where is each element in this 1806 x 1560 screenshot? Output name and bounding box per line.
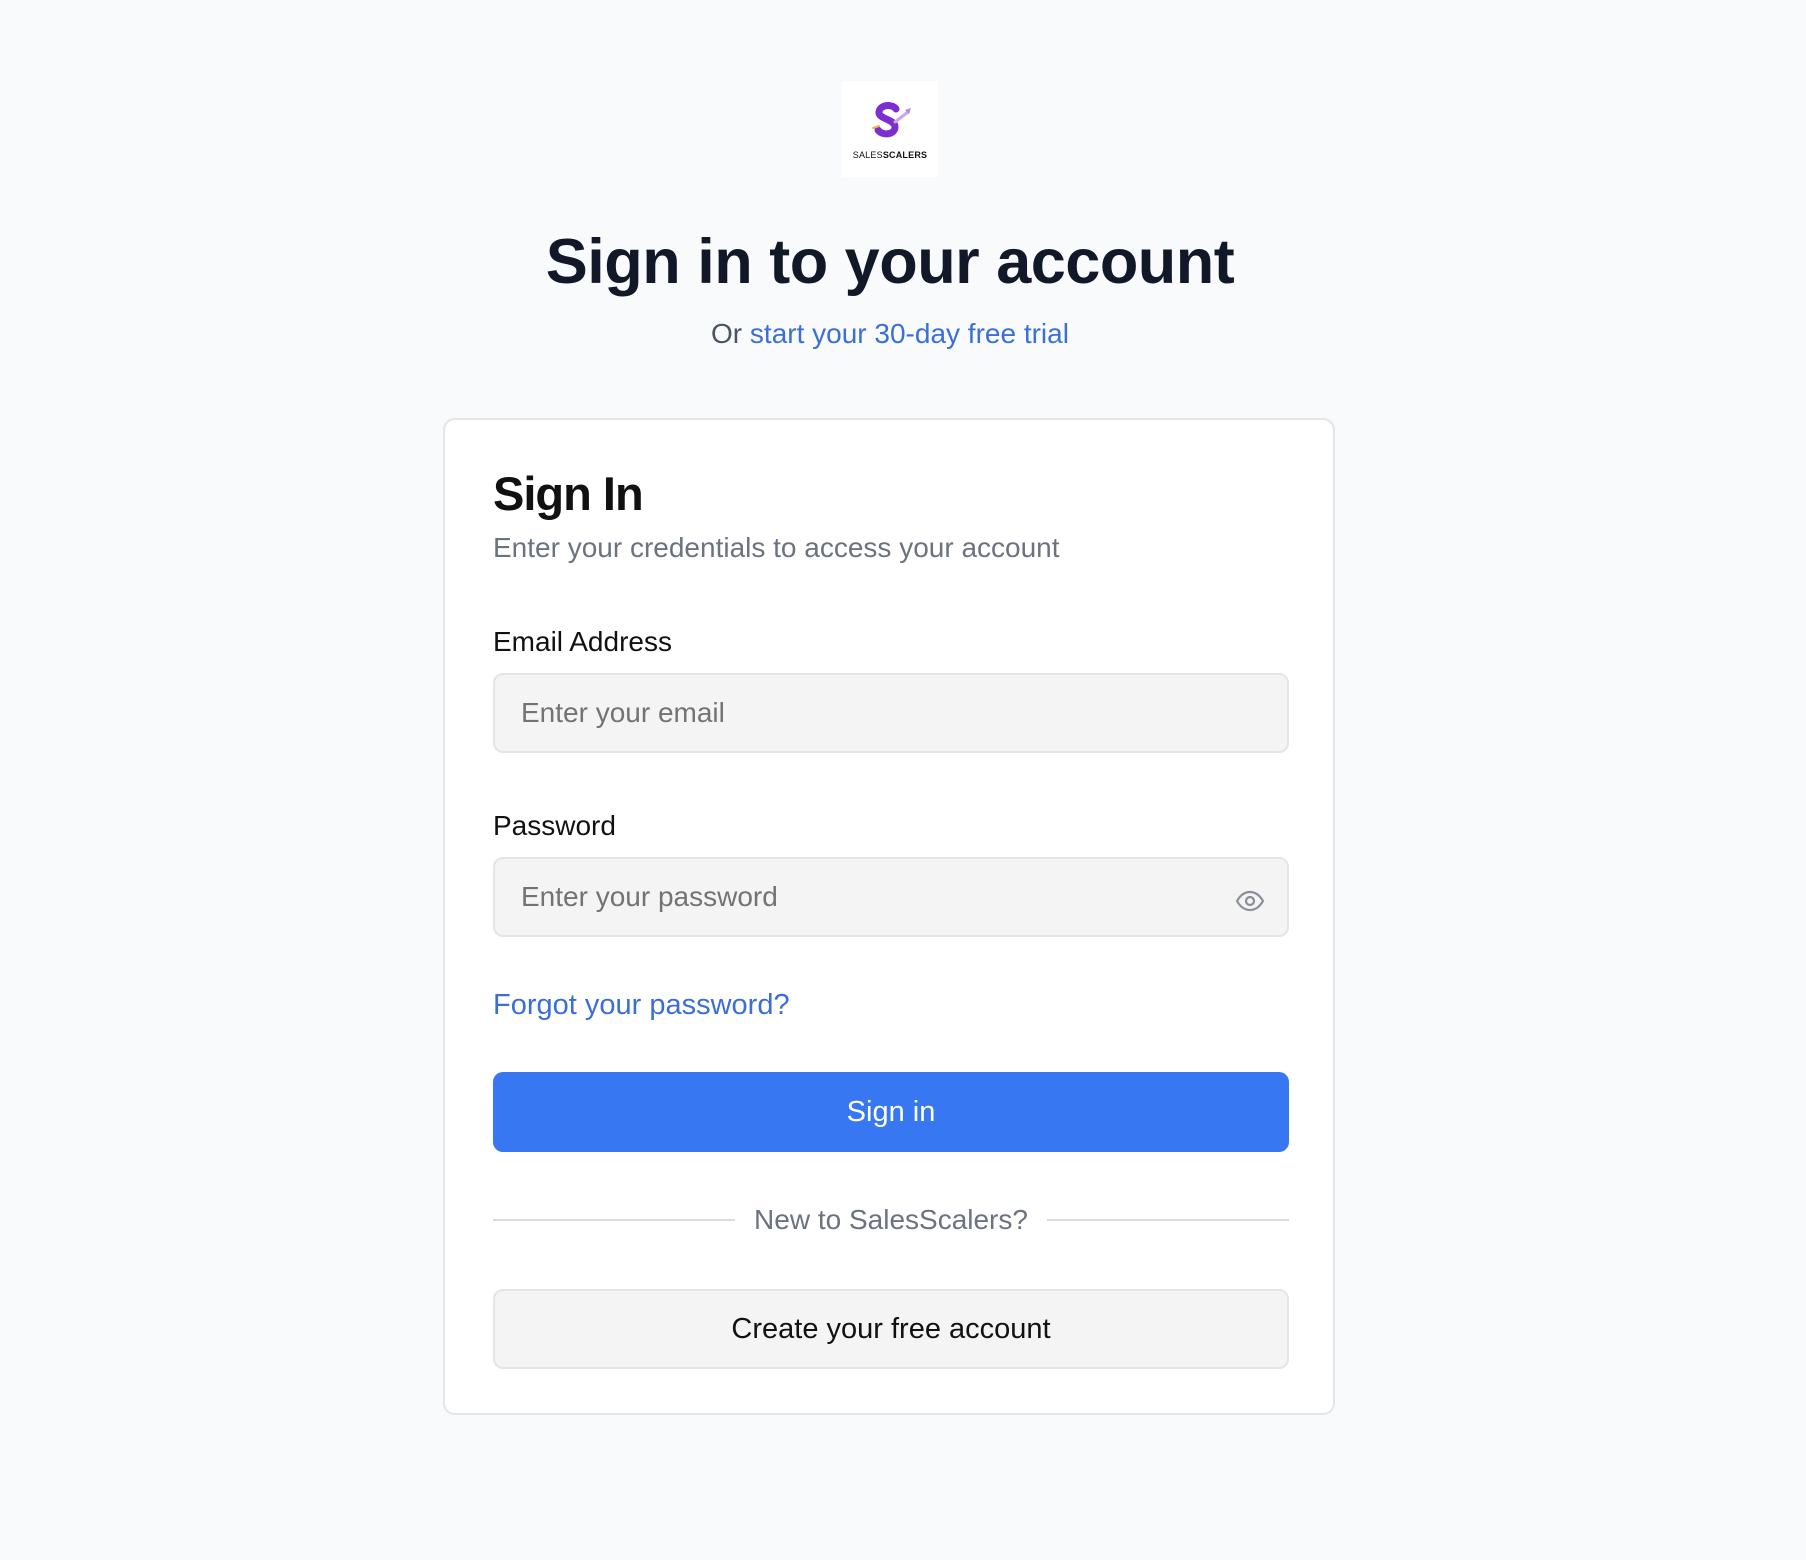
card-description: Enter your credentials to access your ac…: [493, 532, 1060, 563]
salesscalers-logo: SALESSCALERS: [842, 81, 938, 177]
eye-icon: [1235, 890, 1265, 912]
password-visibility-toggle[interactable]: [1232, 883, 1268, 919]
sign-in-card: Sign In Enter your credentials to access…: [443, 418, 1335, 1415]
subtitle-prefix: Or: [711, 318, 743, 349]
new-user-prompt: New to SalesScalers?: [736, 1204, 1046, 1235]
card-title: Sign In: [493, 467, 644, 520]
page-title: Sign in to your account: [545, 227, 1235, 297]
email-input[interactable]: [493, 673, 1289, 753]
email-label: Email Address: [493, 626, 672, 657]
password-label: Password: [493, 810, 616, 841]
free-trial-link[interactable]: start your 30-day free trial: [750, 318, 1069, 349]
password-input[interactable]: [493, 857, 1289, 937]
page-subtitle: Or start your 30-day free trial: [0, 314, 1780, 354]
create-account-button[interactable]: Create your free account: [493, 1289, 1289, 1369]
salesscalers-logo-icon: [872, 102, 911, 138]
sign-in-button[interactable]: Sign in: [493, 1072, 1289, 1152]
forgot-password-link[interactable]: Forgot your password?: [493, 985, 790, 1025]
logo-wordmark: SALESSCALERS: [852, 150, 928, 160]
divider-text: New to SalesScalers?: [493, 1200, 1289, 1240]
